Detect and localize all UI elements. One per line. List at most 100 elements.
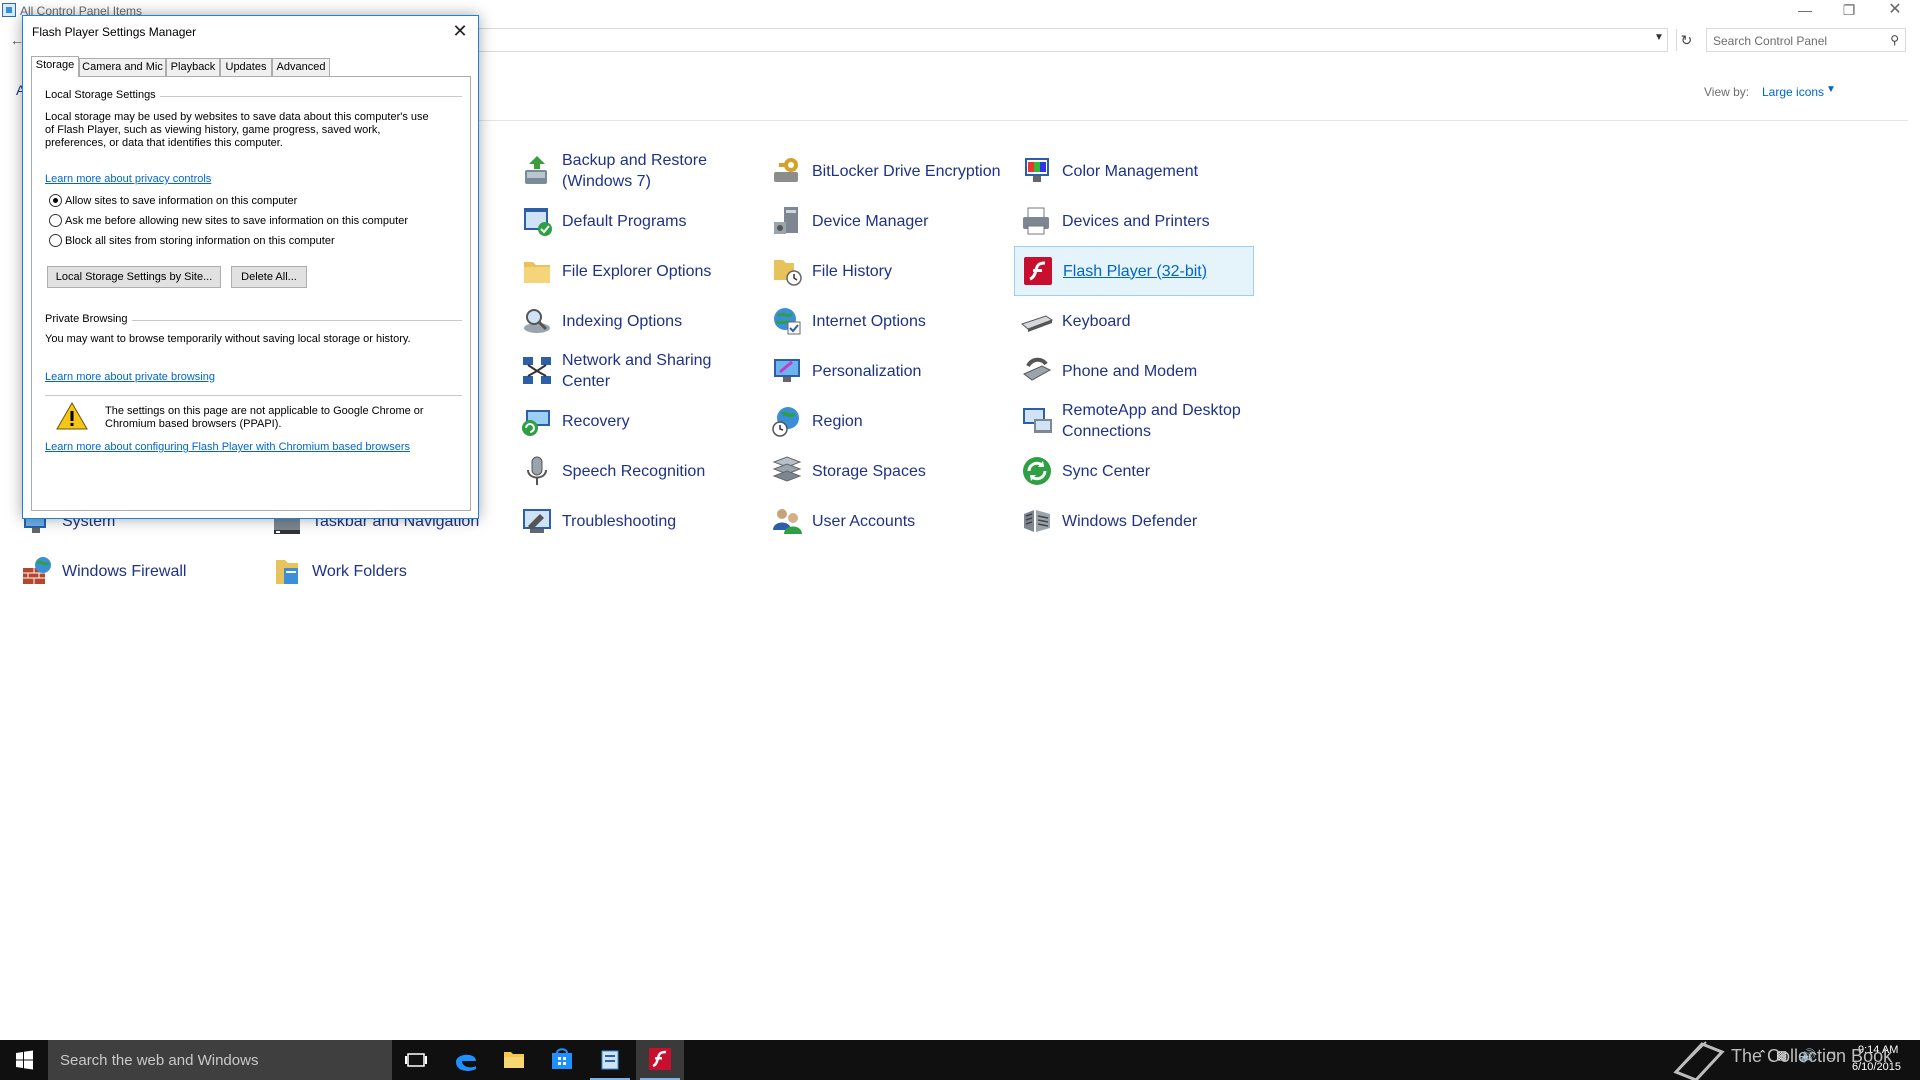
item-flash-player[interactable]: Flash Player (32-bit)	[1014, 246, 1254, 296]
edge-icon	[456, 1054, 476, 1071]
item-label: Keyboard	[1062, 312, 1131, 330]
network-icon	[520, 354, 554, 388]
printer-icon	[1020, 204, 1054, 238]
firewall-icon	[20, 554, 54, 588]
start-button[interactable]	[0, 1040, 48, 1080]
item-network-and-sharing[interactable]: Network and Sharing Center	[514, 346, 754, 396]
group-divider	[132, 320, 462, 321]
item-phone-and-modem[interactable]: Phone and Modem	[1014, 346, 1254, 396]
item-label: File Explorer Options	[562, 262, 712, 280]
radio-block-all[interactable]: Block all sites from storing information…	[49, 234, 335, 247]
radio-ask-me[interactable]: Ask me before allowing new sites to save…	[49, 214, 408, 227]
item-speech-recognition[interactable]: Speech Recognition	[514, 446, 754, 496]
tab-playback[interactable]: Playback	[166, 58, 220, 76]
phone-icon	[1020, 354, 1054, 388]
search-input[interactable]	[1713, 33, 1873, 49]
privacy-controls-link[interactable]: Learn more about privacy controls	[45, 173, 211, 185]
tab-advanced[interactable]: Advanced	[272, 58, 330, 76]
item-file-history[interactable]: File History	[764, 246, 1004, 296]
item-label: Storage Spaces	[812, 462, 926, 480]
radio-indicator[interactable]	[49, 234, 62, 247]
item-sync-center[interactable]: Sync Center	[1014, 446, 1254, 496]
description-line: Local storage may be used by websites to…	[45, 111, 429, 123]
tab-storage[interactable]: Storage	[31, 56, 79, 77]
file-explorer-taskbar-button[interactable]	[490, 1040, 538, 1080]
edge-taskbar-button[interactable]	[442, 1040, 490, 1080]
item-personalization[interactable]: Personalization	[764, 346, 1004, 396]
radio-indicator[interactable]	[49, 194, 62, 207]
chromium-config-link[interactable]: Learn more about configuring Flash Playe…	[45, 441, 410, 453]
delete-all-button[interactable]: Delete All...	[231, 266, 307, 288]
item-label: Personalization	[812, 362, 922, 380]
recovery-icon	[520, 404, 554, 438]
item-keyboard[interactable]: Keyboard	[1014, 296, 1254, 346]
item-storage-spaces[interactable]: Storage Spaces	[764, 446, 1004, 496]
item-color-management[interactable]: Color Management	[1014, 146, 1254, 196]
item-file-explorer-options[interactable]: File Explorer Options	[514, 246, 754, 296]
default-programs-icon	[520, 204, 554, 238]
view-by-caret-icon[interactable]: ▼	[1826, 84, 1836, 95]
local-storage-by-site-button[interactable]: Local Storage Settings by Site...	[47, 266, 221, 288]
personalization-icon	[770, 354, 804, 388]
radio-allow-sites[interactable]: Allow sites to save information on this …	[49, 194, 297, 207]
item-label: File History	[812, 262, 893, 280]
view-by-dropdown[interactable]: Large icons	[1762, 85, 1824, 99]
taskbar: Search the web and Windows ⌃ ▩ 🔊 □ 9:14 …	[0, 1040, 1920, 1080]
taskbar-search-box[interactable]: Search the web and Windows	[48, 1040, 392, 1080]
radio-indicator[interactable]	[49, 214, 62, 227]
control-panel-taskbar-icon	[601, 1050, 619, 1070]
device-manager-icon	[770, 204, 804, 238]
close-window-button[interactable]: ✕	[1872, 0, 1918, 22]
item-region[interactable]: Region	[764, 396, 1004, 446]
store-taskbar-button[interactable]	[538, 1040, 586, 1080]
item-label: Region	[812, 412, 863, 430]
task-view-button[interactable]	[392, 1040, 440, 1080]
item-user-accounts[interactable]: User Accounts	[764, 496, 1004, 546]
address-bar[interactable]	[478, 28, 1668, 52]
troubleshooting-icon	[520, 504, 554, 538]
item-recovery[interactable]: Recovery	[514, 396, 754, 446]
internet-options-icon	[770, 304, 804, 338]
header-divider	[478, 120, 1908, 121]
notice-line: Chromium based browsers (PPAPI).	[105, 418, 282, 430]
private-browsing-link[interactable]: Learn more about private browsing	[45, 371, 215, 383]
desktop: All Control Panel Items — ❐ ✕ ← ▼ ↻ ⚲ A …	[0, 0, 1920, 1080]
item-backup-and-restore[interactable]: Backup and Restore (Windows 7)	[514, 146, 754, 196]
item-troubleshooting[interactable]: Troubleshooting	[514, 496, 754, 546]
item-windows-defender[interactable]: Windows Defender	[1014, 496, 1254, 546]
item-devices-and-printers[interactable]: Devices and Printers	[1014, 196, 1254, 246]
minimize-button[interactable]: —	[1782, 0, 1828, 22]
close-icon[interactable]: ✕	[448, 19, 472, 43]
flash-taskbar-button[interactable]	[636, 1040, 684, 1080]
item-windows-firewall[interactable]: Windows Firewall	[14, 546, 254, 596]
flash-icon	[1021, 254, 1055, 288]
restore-button[interactable]: ❐	[1826, 0, 1872, 22]
item-label: Color Management	[1062, 162, 1199, 180]
bitlocker-icon	[770, 154, 804, 188]
tab-updates[interactable]: Updates	[220, 58, 272, 76]
search-icon[interactable]: ⚲	[1890, 33, 1899, 47]
item-label: Recovery	[562, 412, 630, 430]
item-remoteapp[interactable]: RemoteApp and Desktop Connections	[1014, 396, 1254, 446]
item-work-folders[interactable]: Work Folders	[264, 546, 504, 596]
chevron-down-icon[interactable]: ▼	[1654, 32, 1664, 43]
chrome-notice: The settings on this page are not applic…	[105, 405, 455, 431]
item-indexing-options[interactable]: Indexing Options	[514, 296, 754, 346]
description-line: preferences, or data that identifies thi…	[45, 137, 283, 149]
item-bitlocker[interactable]: BitLocker Drive Encryption	[764, 146, 1004, 196]
refresh-icon[interactable]: ↻	[1676, 29, 1696, 51]
item-device-manager[interactable]: Device Manager	[764, 196, 1004, 246]
indexing-icon	[520, 304, 554, 338]
control-panel-taskbar-button[interactable]	[586, 1040, 634, 1080]
storage-tab-page: Local Storage Settings Local storage may…	[31, 76, 471, 511]
view-by-label: View by:	[1704, 85, 1750, 99]
item-default-programs[interactable]: Default Programs	[514, 196, 754, 246]
search-box: ⚲	[1706, 28, 1906, 52]
tab-camera-and-mic[interactable]: Camera and Mic	[79, 58, 166, 76]
backup-icon	[520, 154, 554, 188]
item-internet-options[interactable]: Internet Options	[764, 296, 1004, 346]
item-label: Work Folders	[312, 562, 407, 580]
section-divider	[45, 395, 462, 396]
taskbar-search-text: Search the web and Windows	[60, 1052, 259, 1069]
task-view-icon	[405, 1053, 427, 1067]
